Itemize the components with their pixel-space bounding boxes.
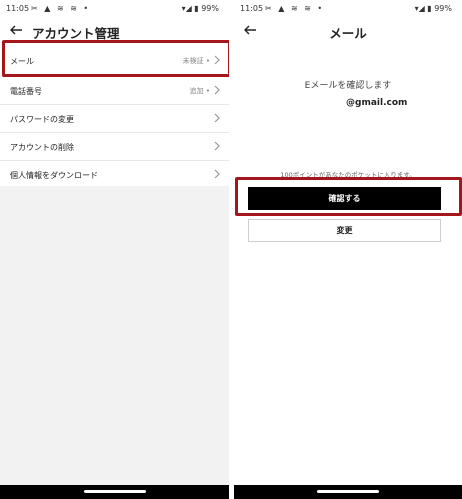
menu-item-download-data[interactable]: 個人情報をダウンロード: [0, 161, 229, 189]
menu-item-label: 個人情報をダウンロード: [10, 171, 98, 180]
home-gesture-bar[interactable]: [83, 490, 146, 493]
menu-item-delete-account[interactable]: アカウントの削除: [0, 133, 229, 161]
account-management-screen: 11:05 ✂ ▲ ≋ ≋ • ▾◢ ▮ 99% アカウント管理 メール 未検証…: [0, 0, 229, 499]
page-title: メール: [329, 26, 367, 41]
menu-item-email[interactable]: メール 未検証 •: [0, 44, 229, 77]
menu-item-label: メール: [10, 57, 34, 66]
app-bar: メール: [234, 18, 462, 44]
battery-status: ▾◢ ▮ 99%: [181, 4, 219, 13]
verify-email-text: Eメールを確認します: [304, 81, 392, 91]
back-arrow-icon[interactable]: [8, 22, 24, 38]
points-reward-text: 100ポイントがあなたのポケットに入ります。: [280, 171, 416, 179]
menu-item-phone[interactable]: 電話番号 追加 •: [0, 77, 229, 105]
navigation-bar: [234, 485, 462, 499]
chevron-right-icon: [214, 113, 220, 123]
empty-area: [0, 186, 229, 485]
email-screen: 11:05 ✂ ▲ ≋ ≋ • ▾◢ ▮ 99% メール Eメールを確認します …: [234, 0, 462, 499]
navigation-bar: [0, 485, 229, 499]
menu-item-label: パスワードの変更: [10, 115, 74, 124]
change-button[interactable]: 変更: [248, 219, 441, 242]
notification-icons: ✂ ▲ ≋ ≋ •: [31, 4, 91, 13]
chevron-right-icon: [214, 55, 220, 65]
menu-item-change-password[interactable]: パスワードの変更: [0, 105, 229, 133]
email-address: @gmail.com: [346, 98, 408, 108]
home-gesture-bar[interactable]: [317, 490, 379, 493]
unverified-status: 未検証 •: [182, 57, 210, 65]
menu-item-label: 電話番号: [10, 87, 42, 96]
status-bar: 11:05 ✂ ▲ ≋ ≋ • ▾◢ ▮ 99%: [0, 0, 229, 18]
battery-status: ▾◢ ▮ 99%: [414, 4, 452, 13]
notification-icons: ✂ ▲ ≋ ≋ •: [265, 4, 325, 13]
account-menu: メール 未検証 • 電話番号 追加 • パスワードの変更 アカウントの削除 個人…: [0, 44, 229, 189]
status-time: 11:05: [6, 4, 30, 13]
status-time: 11:05: [240, 4, 264, 13]
chevron-right-icon: [214, 169, 220, 179]
app-bar: アカウント管理: [0, 18, 229, 44]
menu-item-label: アカウントの削除: [10, 143, 74, 152]
add-status: 追加 •: [189, 87, 210, 95]
confirm-button[interactable]: 確認する: [248, 187, 441, 210]
chevron-right-icon: [214, 85, 220, 95]
chevron-right-icon: [214, 141, 220, 151]
status-bar: 11:05 ✂ ▲ ≋ ≋ • ▾◢ ▮ 99%: [234, 0, 462, 18]
page-title: アカウント管理: [32, 26, 120, 41]
